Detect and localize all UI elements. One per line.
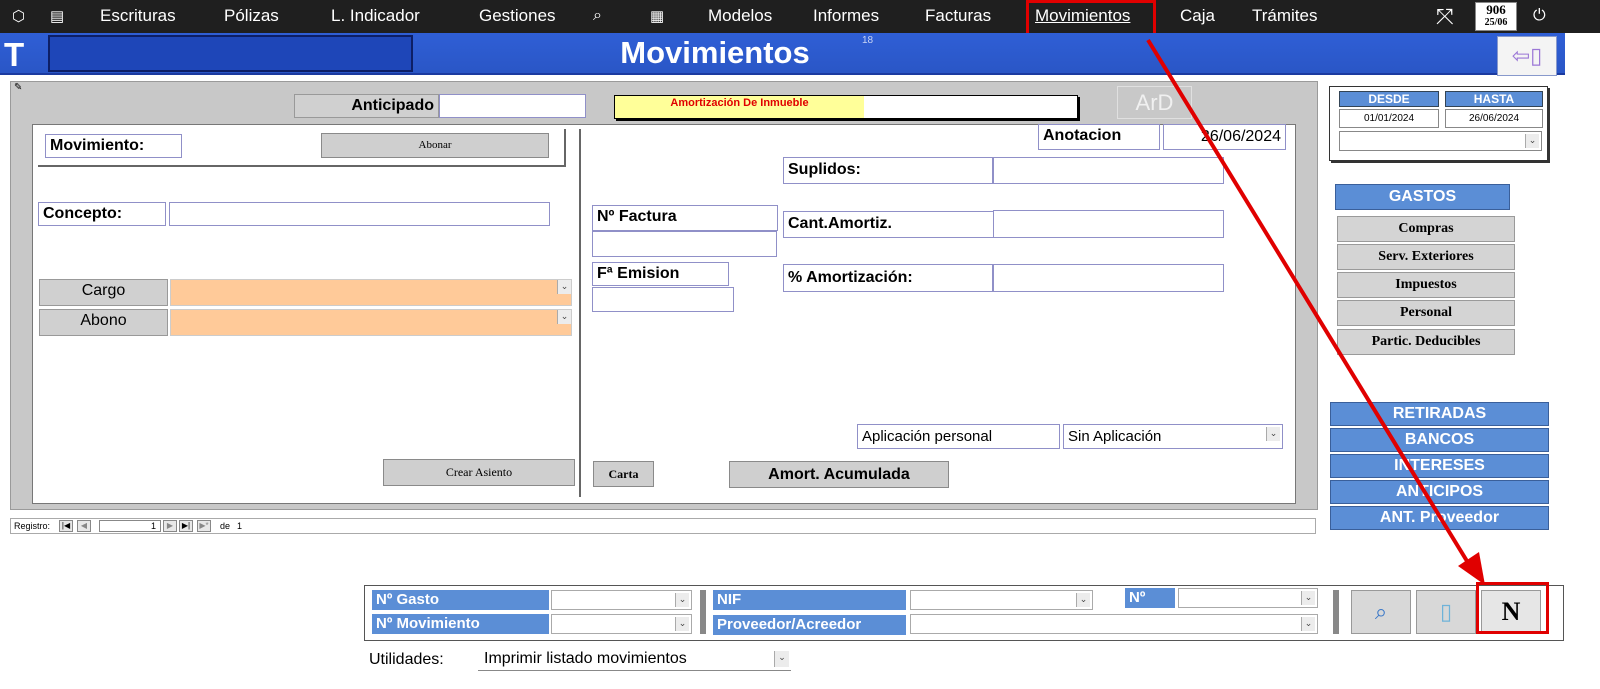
annotation-arrow: [1146, 38, 1485, 585]
arrow-head: [1458, 552, 1485, 585]
arrow-line: [1146, 38, 1472, 568]
